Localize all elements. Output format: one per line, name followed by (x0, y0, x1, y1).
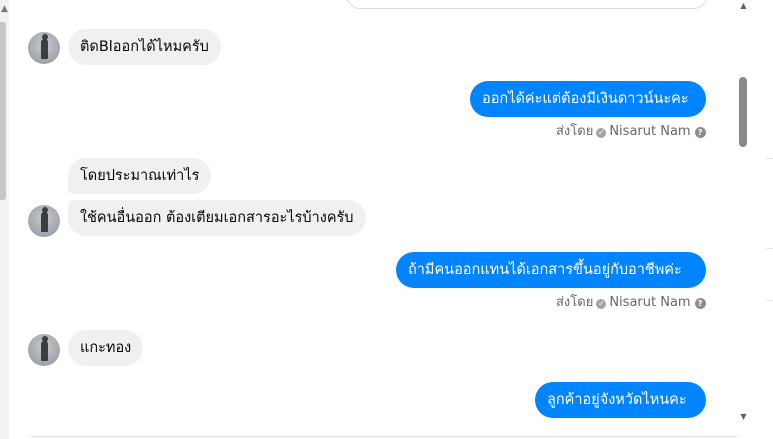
triangle-down-icon[interactable]: ▼ (737, 411, 750, 423)
messenger-window: ▲ ติดBlออกได้ไหมครับ ออกได้ค่ะแต่ต้องมีเ… (0, 0, 773, 439)
avatar-figure (41, 34, 48, 59)
right-scrollbar[interactable] (737, 0, 750, 439)
sent-by-prefix: ส่งโดย (556, 124, 594, 139)
question-circle-icon[interactable]: ? (694, 298, 706, 309)
incoming-message-bubble[interactable]: ใช้คนอื่นออก ต้องเตียมเอกสารอะไรบ้างครับ (68, 200, 366, 236)
contact-avatar[interactable] (28, 334, 60, 366)
sender-name[interactable]: Nisarut Nam (609, 124, 690, 139)
check-circle-icon: ✓ (596, 128, 607, 138)
contact-avatar[interactable] (28, 205, 60, 237)
sent-by-label: ส่งโดย ✓ Nisarut Nam? (556, 295, 706, 311)
incoming-message-bubble[interactable]: ติดBlออกได้ไหมครับ (68, 29, 221, 65)
contact-avatar[interactable] (28, 32, 60, 64)
left-scroll-up-icon[interactable]: ▲ (0, 0, 9, 18)
outgoing-message-bubble[interactable]: ออกได้ค่ะแต่ต้องมีเงินดาวน์นะคะ (470, 81, 706, 117)
avatar-figure (41, 336, 48, 361)
outgoing-message-bubble[interactable]: ถ้ามีคนออกแทนได้เอกสารขึ้นอยู่กับอาชีพค่… (396, 252, 706, 288)
conversation-pane: ติดBlออกได้ไหมครับ ออกได้ค่ะแต่ต้องมีเงิ… (9, 0, 737, 439)
question-circle-icon[interactable]: ? (694, 127, 706, 138)
incoming-message-bubble[interactable]: แกะทอง (68, 330, 144, 366)
avatar-figure (41, 207, 48, 232)
sent-by-prefix: ส่งโดย (556, 295, 594, 310)
left-scroll-thumb[interactable] (0, 22, 6, 200)
previous-message-bubble (346, 0, 708, 9)
left-scrollbar[interactable]: ▲ (0, 0, 9, 439)
sent-by-label: ส่งโดย ✓ Nisarut Nam? (556, 124, 706, 140)
divider (766, 248, 773, 249)
sender-name[interactable]: Nisarut Nam (609, 295, 690, 310)
triangle-up-icon[interactable]: ▲ (737, 0, 750, 12)
scroll-thumb[interactable] (739, 77, 747, 147)
divider (766, 300, 773, 301)
check-circle-icon: ✓ (596, 299, 607, 309)
divider (766, 158, 773, 159)
incoming-message-bubble[interactable]: โดยประมาณเท่าไร (68, 158, 212, 194)
side-panel-edge (750, 0, 773, 439)
outgoing-message-bubble[interactable]: ลูกค้าอยู่จังหวัดไหนคะ (535, 382, 706, 418)
